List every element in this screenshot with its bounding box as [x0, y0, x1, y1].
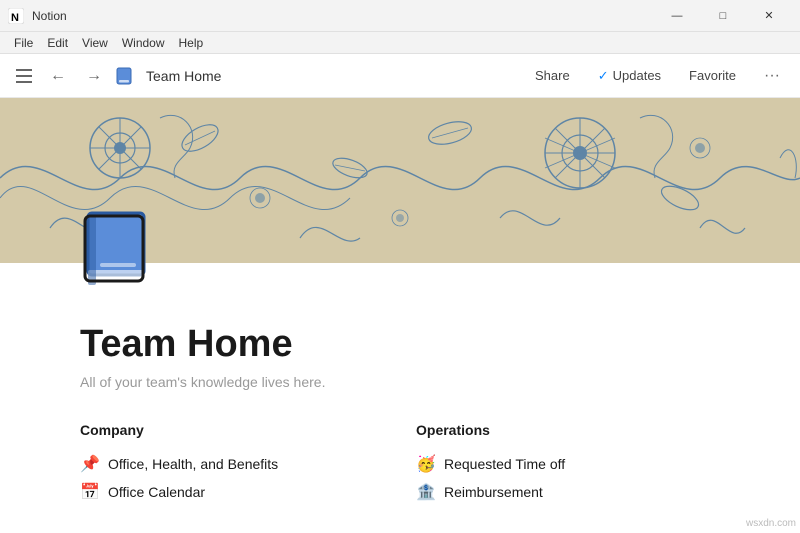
content-wrapper: Team Home All of your team's knowledge l… [0, 263, 800, 533]
toolbar-left: ← → Team Home [12, 63, 221, 89]
title-bar-title: Notion [32, 9, 67, 23]
toolbar: ← → Team Home Share ✓ Updates Favorite ·… [0, 54, 800, 98]
content-body: Team Home All of your team's knowledge l… [0, 263, 800, 533]
updates-label: Updates [613, 68, 661, 83]
toolbar-right: Share ✓ Updates Favorite ··· [527, 63, 788, 89]
office-health-icon: 📌 [80, 454, 100, 474]
title-bar-left: N Notion [8, 8, 67, 24]
menu-edit[interactable]: Edit [41, 34, 74, 52]
requested-time-off-icon: 🥳 [416, 454, 436, 474]
toolbar-page-title: Team Home [146, 68, 221, 84]
list-item[interactable]: 🥳 Requested Time off [416, 450, 720, 478]
list-item[interactable]: 📌 Office, Health, and Benefits [80, 450, 384, 478]
reimbursement-label: Reimbursement [444, 484, 543, 500]
hamburger-line [16, 75, 32, 77]
minimize-button[interactable]: — [654, 0, 700, 32]
company-column: Company 📌 Office, Health, and Benefits 📅… [80, 422, 384, 506]
menu-file[interactable]: File [8, 34, 39, 52]
menu-view[interactable]: View [76, 34, 114, 52]
company-column-title: Company [80, 422, 384, 438]
page-title: Team Home [80, 323, 720, 366]
menu-help[interactable]: Help [173, 34, 210, 52]
operations-column: Operations 🥳 Requested Time off 🏦 Reimbu… [416, 422, 720, 506]
sidebar-toggle-button[interactable] [12, 65, 36, 87]
more-options-button[interactable]: ··· [756, 63, 788, 89]
forward-button[interactable]: → [80, 63, 108, 89]
watermark: wsxdn.com [746, 518, 796, 529]
svg-text:N: N [11, 12, 19, 24]
share-button[interactable]: Share [527, 64, 578, 87]
updates-button[interactable]: ✓ Updates [590, 64, 669, 88]
main-content: Team Home All of your team's knowledge l… [0, 98, 800, 533]
title-bar: N Notion — □ ✕ [0, 0, 800, 32]
requested-time-off-label: Requested Time off [444, 456, 565, 472]
close-button[interactable]: ✕ [746, 0, 792, 32]
office-calendar-label: Office Calendar [108, 484, 205, 500]
menu-bar: File Edit View Window Help [0, 32, 800, 54]
title-bar-controls: — □ ✕ [654, 0, 792, 32]
hamburger-line [16, 69, 32, 71]
reimbursement-icon: 🏦 [416, 482, 436, 502]
page-subtitle: All of your team's knowledge lives here. [80, 374, 720, 390]
list-item[interactable]: 🏦 Reimbursement [416, 478, 720, 506]
office-calendar-icon: 📅 [80, 482, 100, 502]
check-icon: ✓ [598, 68, 609, 84]
operations-column-title: Operations [416, 422, 720, 438]
columns-layout: Company 📌 Office, Health, and Benefits 📅… [80, 422, 720, 506]
back-button[interactable]: ← [44, 63, 72, 89]
page-icon-small [116, 67, 134, 85]
favorite-button[interactable]: Favorite [681, 64, 744, 87]
list-item[interactable]: 📅 Office Calendar [80, 478, 384, 506]
menu-window[interactable]: Window [116, 34, 171, 52]
maximize-button[interactable]: □ [700, 0, 746, 32]
office-health-label: Office, Health, and Benefits [108, 456, 278, 472]
hamburger-line [16, 81, 32, 83]
notion-logo: N [8, 8, 24, 24]
